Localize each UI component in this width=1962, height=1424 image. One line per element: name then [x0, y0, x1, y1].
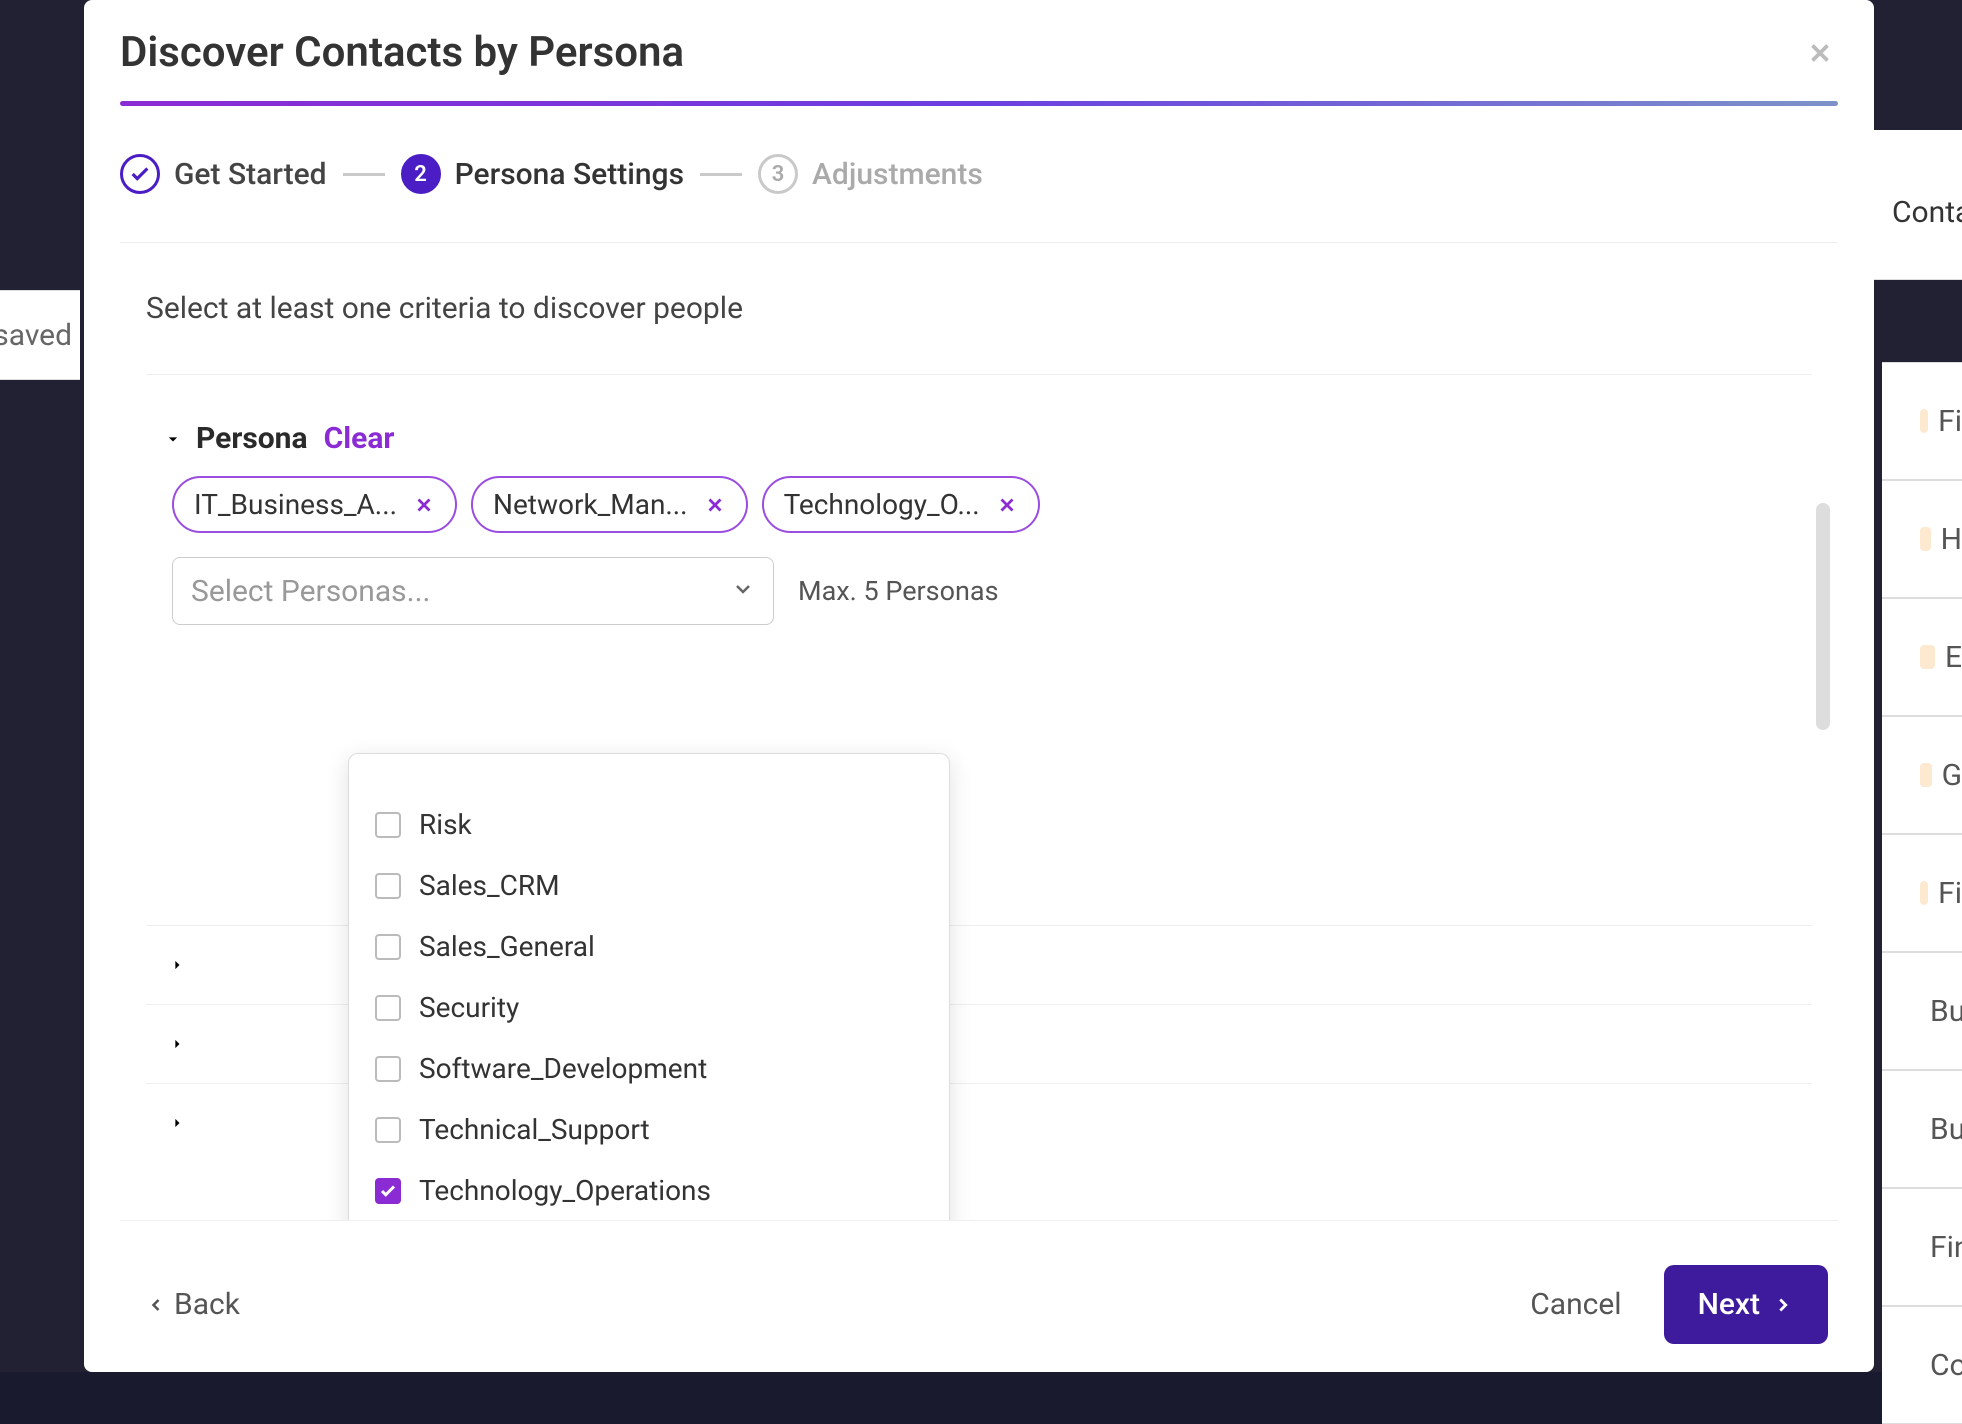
step-adjustments[interactable]: 3 Adjustments: [758, 154, 983, 194]
modal-body: Select at least one criteria to discover…: [120, 243, 1838, 1220]
chevron-right-icon: [166, 1112, 188, 1134]
step-circle-done: [120, 154, 160, 194]
chevron-down-icon: [731, 577, 755, 605]
checkbox[interactable]: [375, 873, 401, 899]
select-placeholder: Select Personas...: [191, 574, 430, 609]
step-circle-pending: 3: [758, 154, 798, 194]
chevron-left-icon: [146, 1295, 166, 1315]
bg-row: Busi: [1882, 952, 1962, 1070]
bg-row: Fi: [1882, 834, 1962, 952]
dropdown-option-security[interactable]: Security: [349, 977, 949, 1038]
back-button[interactable]: Back: [146, 1287, 240, 1322]
dropdown-option-software-development[interactable]: Software_Development: [349, 1038, 949, 1099]
chip-remove-button[interactable]: [413, 494, 435, 516]
dropdown-option-technology-operations[interactable]: Technology_Operations: [349, 1160, 949, 1220]
bg-row: Cons: [1882, 1306, 1962, 1424]
back-label: Back: [174, 1287, 240, 1322]
modal-header: Discover Contacts by Persona: [120, 28, 1838, 101]
check-icon: [379, 1182, 397, 1200]
step-persona-settings[interactable]: 2 Persona Settings: [401, 154, 684, 194]
bg-row: Fina: [1882, 1188, 1962, 1306]
persona-chips: IT_Business_A... Network_Man... Technolo…: [146, 476, 1812, 533]
bg-row: Fi: [1882, 362, 1962, 480]
chevron-down-icon: [162, 428, 184, 450]
next-button[interactable]: Next: [1664, 1265, 1828, 1344]
step-get-started[interactable]: Get Started: [120, 154, 327, 194]
select-hint: Max. 5 Personas: [798, 575, 999, 607]
chevron-right-icon: [166, 1033, 188, 1055]
option-label: Technology_Operations: [419, 1174, 711, 1207]
option-label: Security: [419, 991, 519, 1024]
stepper: Get Started 2 Persona Settings 3 Adjustm…: [120, 106, 1838, 243]
chip-label: Technology_O...: [784, 488, 980, 521]
persona-chip: Network_Man...: [471, 476, 748, 533]
bg-row: G: [1882, 716, 1962, 834]
instruction-text: Select at least one criteria to discover…: [146, 291, 1812, 375]
clear-button[interactable]: Clear: [324, 421, 395, 456]
dropdown-option-sales-general[interactable]: Sales_General: [349, 916, 949, 977]
bg-saved-label: saved: [0, 290, 80, 380]
persona-dropdown: Risk Sales_CRM Sales_General Security So…: [348, 753, 950, 1220]
modal-footer: Back Cancel Next: [120, 1220, 1838, 1372]
chip-remove-button[interactable]: [704, 494, 726, 516]
option-label: Technical_Support: [419, 1113, 650, 1146]
close-icon: [413, 494, 435, 516]
step-connector: [343, 173, 385, 176]
option-label: Sales_CRM: [419, 869, 560, 902]
step-circle-active: 2: [401, 154, 441, 194]
close-icon: [1805, 38, 1835, 68]
close-button[interactable]: [1802, 35, 1838, 71]
chevron-right-icon: [166, 954, 188, 976]
bg-row: Busi: [1882, 1070, 1962, 1188]
option-label: Sales_General: [419, 930, 595, 963]
step-label: Persona Settings: [455, 157, 684, 192]
checkbox[interactable]: [375, 995, 401, 1021]
bg-row: H: [1882, 480, 1962, 598]
cancel-button[interactable]: Cancel: [1530, 1287, 1621, 1322]
close-icon: [704, 494, 726, 516]
checkbox-checked[interactable]: [375, 1178, 401, 1204]
step-connector: [700, 173, 742, 176]
modal-title: Discover Contacts by Persona: [120, 28, 684, 77]
persona-select[interactable]: Select Personas...: [172, 557, 774, 625]
body-scrollbar[interactable]: [1816, 503, 1830, 1070]
bg-header-tab: Conta: [1872, 130, 1962, 280]
dropdown-option-technical-support[interactable]: Technical_Support: [349, 1099, 949, 1160]
option-label: Risk: [419, 808, 472, 841]
next-label: Next: [1698, 1287, 1760, 1322]
persona-chip: Technology_O...: [762, 476, 1040, 533]
close-icon: [996, 494, 1018, 516]
check-icon: [129, 163, 151, 185]
persona-section-header[interactable]: Persona Clear: [146, 375, 1812, 476]
step-label: Adjustments: [812, 157, 983, 192]
dropdown-list[interactable]: Risk Sales_CRM Sales_General Security So…: [349, 768, 949, 1220]
persona-chip: IT_Business_A...: [172, 476, 457, 533]
checkbox[interactable]: [375, 812, 401, 838]
dropdown-option-sales-crm[interactable]: Sales_CRM: [349, 855, 949, 916]
chip-remove-button[interactable]: [996, 494, 1018, 516]
option-label: Software_Development: [419, 1052, 707, 1085]
chevron-right-icon: [1772, 1294, 1794, 1316]
checkbox[interactable]: [375, 934, 401, 960]
checkbox[interactable]: [375, 1056, 401, 1082]
chip-label: IT_Business_A...: [194, 488, 397, 521]
checkbox[interactable]: [375, 1117, 401, 1143]
bg-row: E: [1882, 598, 1962, 716]
step-label: Get Started: [174, 157, 327, 192]
persona-section-title: Persona: [196, 421, 308, 456]
dropdown-option-risk[interactable]: Risk: [349, 794, 949, 855]
chip-label: Network_Man...: [493, 488, 688, 521]
modal-dialog: Discover Contacts by Persona Get Started…: [84, 0, 1874, 1372]
